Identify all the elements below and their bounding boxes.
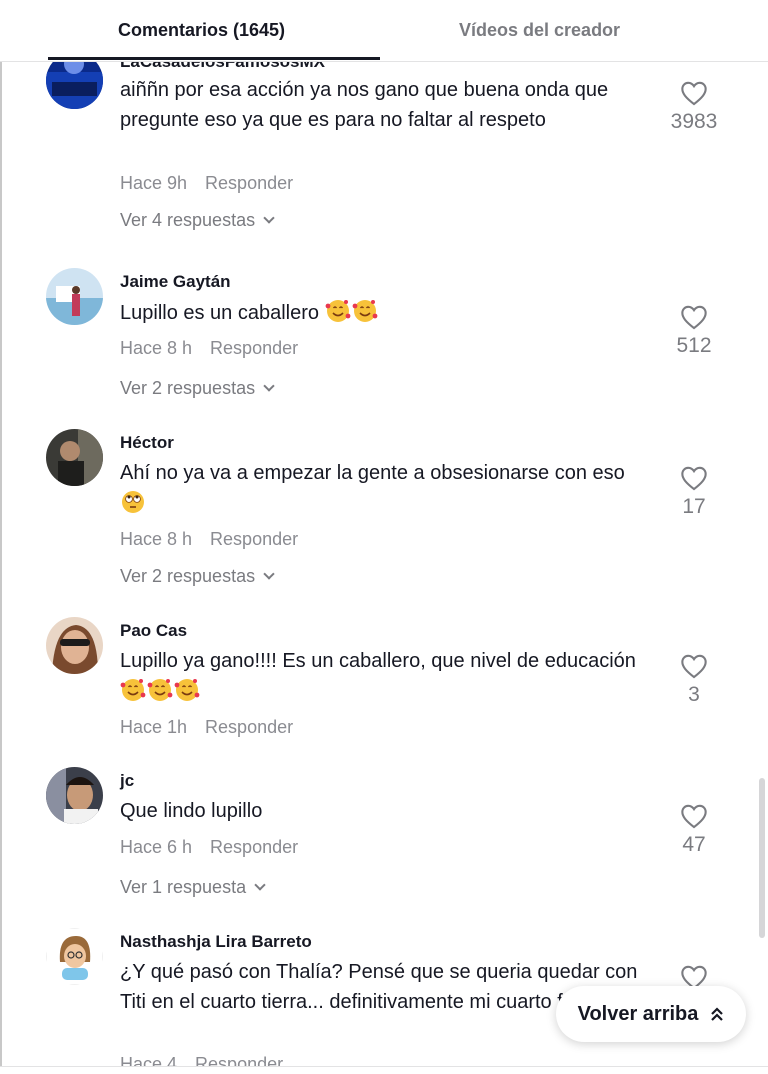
comment-meta: Hace 8 h Responder <box>120 338 298 359</box>
comment-text-content: Ahí no ya va a empezar la gente a obsesi… <box>120 462 625 484</box>
comment-time: Hace 6 h <box>120 837 193 857</box>
like-button[interactable]: 47 <box>654 803 734 857</box>
chevron-down-icon <box>263 212 275 224</box>
heart-outline-icon <box>681 654 707 679</box>
comment-meta: Hace 1h Responder <box>120 717 293 738</box>
smiling-face-with-hearts-emoji <box>352 300 377 322</box>
avatar[interactable] <box>46 767 103 824</box>
chevron-down-icon <box>263 380 275 392</box>
smiling-face-with-hearts-emoji <box>120 678 146 701</box>
tab-comments[interactable]: Comentarios (1645) <box>118 20 285 41</box>
comment-author[interactable]: Pao Cas <box>120 621 187 641</box>
smiling-face-with-hearts-emoji <box>325 300 350 322</box>
comment-text-content: Lupillo ya gano!!!! Es un caballero, que… <box>120 650 636 672</box>
avatar[interactable] <box>46 268 103 325</box>
comment-text: Lupillo es un caballero <box>120 298 650 329</box>
smiling-face-with-hearts-emoji <box>174 678 200 701</box>
comment-author[interactable]: Nasthashja Lira Barreto <box>120 932 312 952</box>
view-replies-button[interactable]: Ver 1 respuesta <box>120 877 266 898</box>
comment-time: Hace 9h <box>120 173 188 193</box>
bottom-divider <box>0 1066 768 1074</box>
like-count: 17 <box>682 495 706 518</box>
like-button[interactable]: 512 <box>654 304 734 358</box>
reply-button[interactable]: Responder <box>210 338 298 358</box>
comment-text-content: Lupillo es un caballero <box>120 302 320 324</box>
tab-bar: Comentarios (1645) Vídeos del creador <box>0 0 768 62</box>
like-count: 3 <box>688 683 700 706</box>
view-replies-label: Ver 2 respuestas <box>120 378 256 398</box>
back-to-top-label: Volver arriba <box>577 1002 699 1025</box>
reply-button[interactable]: Responder <box>205 717 293 737</box>
reply-button[interactable]: Responder <box>205 173 293 193</box>
comment-text: aiññn por esa acción ya nos gano que bue… <box>120 79 609 131</box>
comment-text: Que lindo lupillo <box>120 800 263 822</box>
comment-time: Hace 1h <box>120 717 188 737</box>
tab-creator-videos[interactable]: Vídeos del creador <box>459 20 620 41</box>
chevron-down-icon <box>263 568 275 580</box>
comment-author[interactable]: LaCasadelosFamososMX <box>120 62 325 72</box>
comment-text: Ahí no ya va a empezar la gente a obsesi… <box>120 459 650 519</box>
like-count: 3983 <box>670 110 718 133</box>
comment-list[interactable]: LaCasadelosFamososMX aiññn por esa acció… <box>0 62 768 1066</box>
comment-meta: Hace 4 Responder <box>120 1054 283 1066</box>
comment-text: Lupillo ya gano!!!! Es un caballero, que… <box>120 647 650 707</box>
comment-time: Hace 8 h <box>120 529 193 549</box>
comment-time: Hace 4 <box>120 1054 178 1066</box>
back-to-top-button[interactable]: Volver arriba <box>556 986 746 1042</box>
comment-meta: Hace 8 h Responder <box>120 529 298 550</box>
face-with-rolling-eyes-emoji <box>122 490 144 513</box>
comment-time: Hace 8 h <box>120 338 193 358</box>
active-tab-indicator <box>48 57 380 60</box>
view-replies-button[interactable]: Ver 2 respuestas <box>120 378 275 399</box>
reply-button[interactable]: Responder <box>210 529 298 549</box>
avatar[interactable] <box>46 928 103 985</box>
comment-author[interactable]: Héctor <box>120 433 174 453</box>
view-replies-button[interactable]: Ver 4 respuestas <box>120 210 275 231</box>
view-replies-label: Ver 4 respuestas <box>120 210 256 230</box>
view-replies-label: Ver 1 respuesta <box>120 877 247 897</box>
double-chevron-up-icon <box>711 1007 724 1021</box>
heart-outline-icon <box>681 466 707 491</box>
comment-meta: Hace 6 h Responder <box>120 837 298 858</box>
heart-outline-icon <box>681 305 707 330</box>
like-count: 47 <box>682 833 706 856</box>
chevron-down-icon <box>254 879 266 891</box>
view-replies-label: Ver 2 respuestas <box>120 566 256 586</box>
reply-button[interactable]: Responder <box>210 837 298 857</box>
view-replies-button[interactable]: Ver 2 respuestas <box>120 566 275 587</box>
heart-outline-icon <box>681 81 707 106</box>
avatar[interactable] <box>46 617 103 674</box>
heart-outline-icon <box>681 804 707 829</box>
smiling-face-with-hearts-emoji <box>147 678 173 701</box>
like-button[interactable]: 17 <box>654 465 734 519</box>
reply-button[interactable]: Responder <box>195 1054 283 1066</box>
comment-meta: Hace 9h Responder <box>120 173 293 194</box>
like-button[interactable]: 3983 <box>654 80 734 134</box>
avatar[interactable] <box>46 429 103 486</box>
like-count: 512 <box>676 334 712 357</box>
comment-author[interactable]: jc <box>120 771 134 791</box>
like-button[interactable]: 3 <box>654 653 734 707</box>
avatar[interactable] <box>46 62 103 109</box>
scrollbar-thumb[interactable] <box>759 778 765 938</box>
comment-author[interactable]: Jaime Gaytán <box>120 272 231 292</box>
